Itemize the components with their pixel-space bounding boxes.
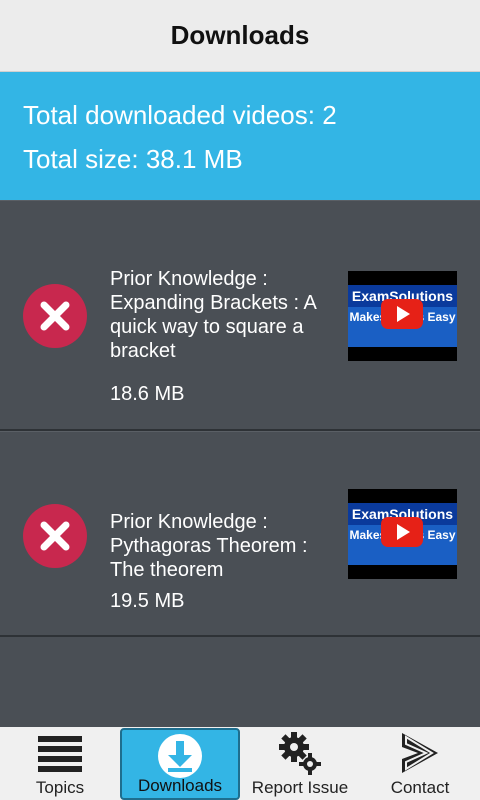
delete-button[interactable] xyxy=(23,284,87,348)
send-icon xyxy=(360,731,480,775)
video-size: 19.5 MB xyxy=(110,590,185,612)
nav-report-issue[interactable]: Report Issue xyxy=(240,727,360,800)
gears-icon xyxy=(240,731,360,775)
thumbnail-art: ExamSolutions Makes Maths Easy xyxy=(348,503,457,565)
close-icon xyxy=(40,521,70,551)
total-size-text: Total size: 38.1 MB xyxy=(23,144,243,174)
play-icon[interactable] xyxy=(381,299,423,329)
download-item[interactable]: Prior Knowledge : Pythagoras Theorem : T… xyxy=(0,431,480,637)
video-title: Prior Knowledge : Pythagoras Theorem : T… xyxy=(110,511,308,581)
video-thumbnail[interactable]: ExamSolutions Makes Maths Easy xyxy=(348,489,457,579)
app-header: Downloads xyxy=(0,0,480,72)
bottom-nav: Topics Downloads Report Issue Contact xyxy=(0,727,480,800)
video-size: 18.6 MB xyxy=(110,383,185,405)
thumbnail-art: ExamSolutions Makes Maths Easy xyxy=(348,285,457,347)
downloads-list: Prior Knowledge : Expanding Brackets : A… xyxy=(0,200,480,637)
download-icon xyxy=(122,734,238,778)
nav-contact[interactable]: Contact xyxy=(360,727,480,800)
play-icon[interactable] xyxy=(381,517,423,547)
download-summary: Total downloaded videos: 2 Total size: 3… xyxy=(0,72,480,200)
menu-icon xyxy=(0,731,120,775)
total-videos-text: Total downloaded videos: 2 xyxy=(23,100,337,130)
nav-label: Topics xyxy=(35,778,85,797)
nav-label: Report Issue xyxy=(251,778,349,797)
delete-button[interactable] xyxy=(23,504,87,568)
close-icon xyxy=(40,301,70,331)
nav-label: Contact xyxy=(390,778,450,797)
video-thumbnail[interactable]: ExamSolutions Makes Maths Easy xyxy=(348,271,457,361)
nav-topics[interactable]: Topics xyxy=(0,727,120,800)
nav-downloads[interactable]: Downloads xyxy=(120,728,240,800)
download-item[interactable]: Prior Knowledge : Expanding Brackets : A… xyxy=(0,200,480,431)
video-title: Prior Knowledge : Expanding Brackets : A… xyxy=(110,268,316,362)
page-title: Downloads xyxy=(170,20,310,50)
nav-label: Downloads xyxy=(137,776,223,795)
